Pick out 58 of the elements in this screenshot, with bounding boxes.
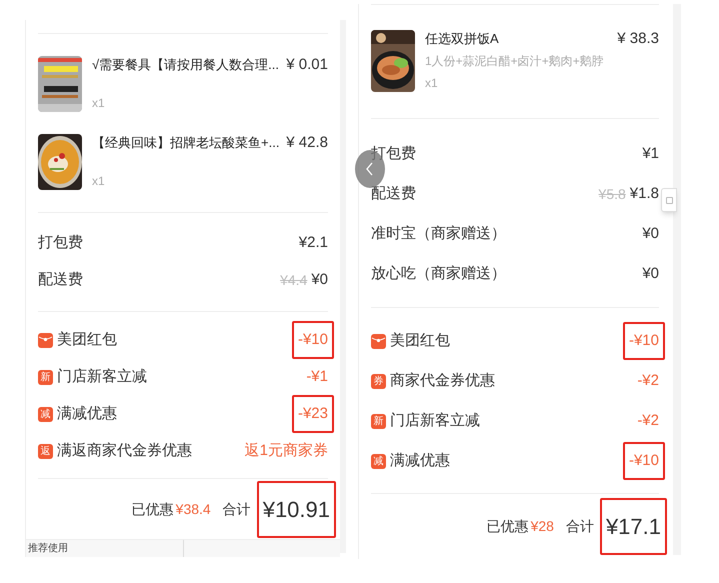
fee-label: 放心吃（商家赠送） [371,264,506,284]
item-quantity: x1 [92,95,105,112]
item-price: ¥ 0.01 [286,56,328,74]
discount-badge: 新 [38,370,53,384]
original-price: ¥5.8 [598,184,626,204]
discount-label: 商家代金券优惠 [390,370,495,391]
saved-label: 已优惠 [132,500,174,518]
checkbox-icon [666,196,673,204]
envelope-icon [371,334,386,348]
fee-value: ¥1 [642,144,659,164]
fee-value: ¥0 [642,264,659,284]
discount-label: 门店新客立减 [390,410,480,431]
total-amount: ¥17.1 [606,513,661,541]
item-price: ¥ 42.8 [286,134,328,152]
saved-amount: ¥38.4 [176,500,211,518]
item-quantity: x1 [425,75,438,92]
discount-label: 美团红包 [390,330,450,351]
saved-amount: ¥28 [530,517,554,536]
discount-value: -¥1 [306,366,328,387]
discount-value: 返1元商家券 [244,440,328,461]
total-amount: ¥10.91 [262,496,330,524]
discount-value: -¥10 [628,330,659,351]
discount-value: -¥10 [628,450,659,471]
discount-value: -¥23 [298,404,328,424]
discount-label: 美团红包 [57,330,117,350]
fee-label: 配送费 [38,270,83,290]
discount-badge: 减 [371,454,386,468]
fee-value: ¥2.1 [298,232,328,253]
envelope-icon [38,332,53,348]
discount-label: 满减优惠 [57,404,117,424]
fee-value: ¥0 [311,270,328,290]
discount-value: -¥2 [637,410,659,431]
total-label: 合计 [222,500,251,518]
item-name: 【经典回味】招牌老坛酸菜鱼+... [92,134,280,152]
discount-label: 门店新客立减 [57,366,147,387]
fee-value: ¥1.8 [630,184,659,204]
fee-label: 配送费 [371,184,416,204]
discount-badge: 券 [371,374,386,388]
discount-label: 满返商家代金券优惠 [57,440,192,461]
item-quantity: x1 [92,173,105,190]
discount-badge: 减 [38,406,53,422]
original-price: ¥4.4 [280,270,308,290]
fee-label: 准时宝（商家赠送） [371,224,506,244]
discount-value: -¥2 [637,370,659,391]
item-name: 任选双拼饭A [425,30,500,48]
discount-badge: 新 [371,414,386,428]
discount-value: -¥10 [298,330,328,350]
discount-badge: 返 [38,444,53,458]
recommend-label: 推荐使用 [27,542,69,556]
fee-label: 打包费 [38,232,83,253]
item-specs: 1人份+蒜泥白醋+卤汁+鹅肉+鹅脖 [425,53,604,70]
item-name: √需要餐具【请按用餐人数合理... [92,56,279,74]
total-label: 合计 [566,517,594,536]
item-price: ¥ 38.3 [617,30,659,48]
fee-value: ¥0 [642,224,659,244]
fee-label: 打包费 [371,144,416,164]
saved-label: 已优惠 [486,517,529,536]
discount-label: 满减优惠 [390,450,450,471]
